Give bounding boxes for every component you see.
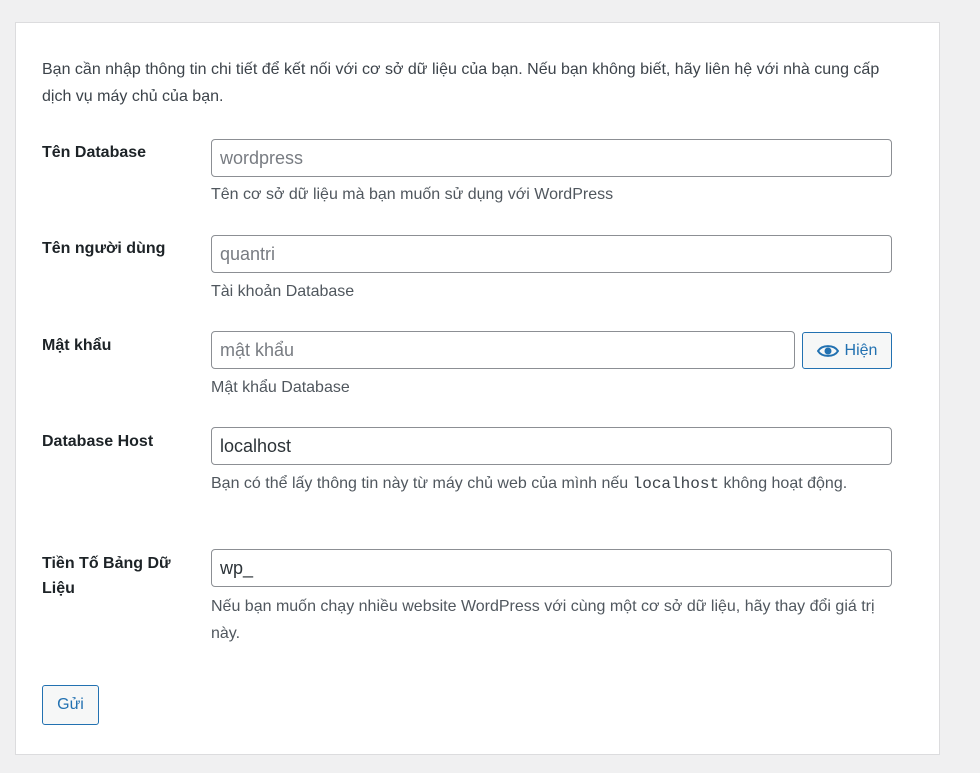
password-help: Mật khẩu Database xyxy=(211,379,350,396)
eye-icon xyxy=(816,344,839,357)
intro-text: Bạn cần nhập thông tin chi tiết để kết n… xyxy=(42,61,880,105)
submit-button[interactable]: Gửi xyxy=(42,685,99,725)
prefix-label: Tiền Tố Bảng Dữ Liệu xyxy=(42,555,171,597)
dbname-label: Tên Database xyxy=(42,144,147,161)
dbhost-input[interactable] xyxy=(211,427,892,465)
setup-form-card: Bạn cần nhập thông tin chi tiết để kết n… xyxy=(15,22,940,755)
show-password-label: Hiện xyxy=(844,341,878,359)
username-input[interactable] xyxy=(211,235,892,273)
dbname-input[interactable] xyxy=(211,139,892,177)
show-password-button[interactable]: Hiện xyxy=(802,332,892,369)
prefix-help: Nếu bạn muốn chạy nhiều website WordPres… xyxy=(211,598,875,642)
dbhost-help: Bạn có thể lấy thông tin này từ máy chủ … xyxy=(211,470,891,498)
dbhost-help-before: Bạn có thể lấy thông tin này từ máy chủ … xyxy=(211,475,633,492)
dbname-help: Tên cơ sở dữ liệu mà bạn muốn sử dụng vớ… xyxy=(211,186,614,203)
password-label: Mật khẩu xyxy=(42,337,112,354)
prefix-input[interactable] xyxy=(211,549,892,587)
username-help: Tài khoản Database xyxy=(211,283,355,300)
dbhost-label: Database Host xyxy=(42,433,154,450)
dbhost-help-code: localhost xyxy=(632,475,720,493)
dbhost-help-after: không hoạt động. xyxy=(719,475,848,492)
password-input[interactable] xyxy=(211,331,795,369)
username-label: Tên người dùng xyxy=(42,240,166,257)
